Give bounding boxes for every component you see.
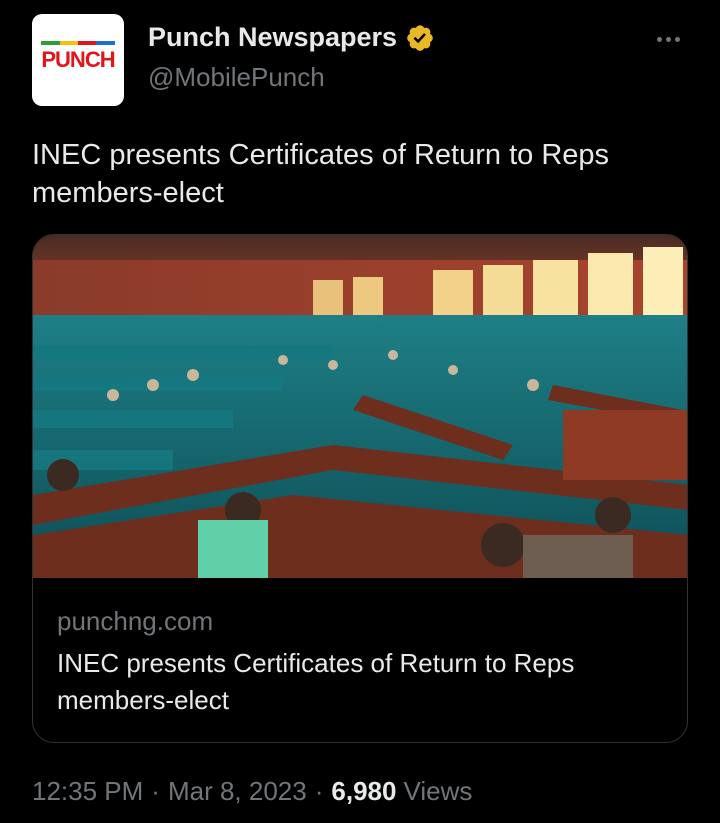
views-label[interactable]: Views <box>403 776 472 807</box>
punch-logo: PUNCH <box>41 41 116 73</box>
verified-badge-icon[interactable] <box>405 23 435 53</box>
user-handle[interactable]: @MobilePunch <box>148 62 325 93</box>
meta-separator: · <box>151 776 160 806</box>
tweet-date[interactable]: Mar 8, 2023 <box>168 776 307 807</box>
card-domain: punchng.com <box>57 606 214 636</box>
avatar-text: PUNCH <box>41 47 115 72</box>
views-count[interactable]: 6,980 <box>331 776 396 807</box>
tweet-header: PUNCH Punch Newspapers @MobilePunch <box>32 14 688 106</box>
tweet-meta: 12:35 PM · Mar 8, 2023 · 6,980 Views <box>32 776 472 807</box>
tweet-time[interactable]: 12:35 PM <box>32 776 143 807</box>
more-options-icon[interactable] <box>648 24 688 54</box>
name-row: Punch Newspapers <box>148 22 435 53</box>
logo-stripe <box>41 41 115 45</box>
meta-separator-2: · <box>314 776 324 806</box>
parliament-chamber-photo[interactable] <box>33 235 688 578</box>
display-name[interactable]: Punch Newspapers <box>148 22 397 53</box>
card-title: INEC presents Certificates of Return to … <box>57 648 575 715</box>
avatar[interactable]: PUNCH <box>32 14 124 106</box>
tweet-text: INEC presents Certificates of Return to … <box>32 139 610 209</box>
link-card[interactable]: punchng.com INEC presents Certificates o… <box>32 234 688 743</box>
